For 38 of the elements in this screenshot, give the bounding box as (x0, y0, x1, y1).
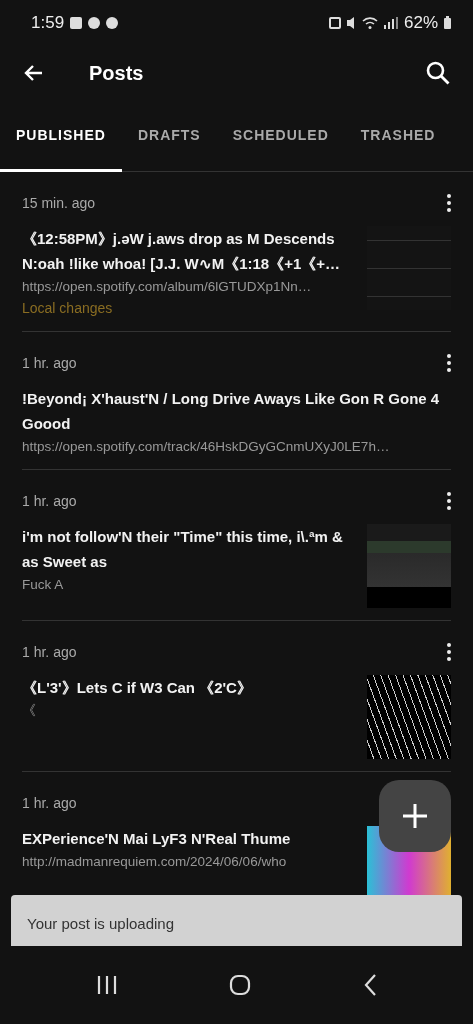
local-changes-label: Local changes (22, 299, 114, 318)
post-excerpt: Fuck A (22, 576, 65, 594)
post-title[interactable]: 《12:58PM》j.əW j.aws drop as M Descends N:oah !like whoa! [J.J. W∿M《1:18《+1《+… (22, 226, 357, 276)
post-title[interactable]: EXPerience'N Mai LyF3 N'Real Thume (22, 826, 357, 851)
post-excerpt: https://open.spotify.com/album/6lGTUDXp1Nn… (22, 278, 313, 296)
battery-icon (444, 16, 451, 29)
more-options-icon (447, 354, 451, 372)
more-options-icon (447, 492, 451, 510)
post-time: 1 hr. ago (22, 355, 77, 371)
plus-icon (401, 802, 429, 830)
mute-icon (346, 16, 356, 29)
home-icon (229, 974, 252, 996)
post-excerpt: https://open.spotify.com/track/46HskDGyGCnmUXyJ0LE7h… (22, 438, 391, 456)
chevron-left-icon (363, 973, 378, 997)
more-options-icon (447, 194, 451, 212)
post-title[interactable]: i'm not follow'N their "Time" this time, i\.ªm & as Sweet as (22, 524, 357, 574)
post-time: 1 hr. ago (22, 493, 77, 509)
post-excerpt: http://madmanrequiem.com/2024/06/06/who (22, 853, 288, 871)
status-time: 1:59 (31, 12, 65, 33)
battery-percent: 62% (403, 12, 438, 33)
post-excerpt: 《 (22, 702, 37, 720)
post-title[interactable]: 《L'3'》Lets C if W3 Can 《2'C》 (22, 675, 357, 700)
recent-apps-icon (95, 975, 118, 995)
page-title: Posts (89, 61, 144, 85)
post-title[interactable]: !Beyond¡ X'haust'N / Long Drive Aways Like Gon R Gone 4 Goood (22, 386, 451, 436)
tab[interactable]: SCHEDULED (216, 101, 345, 172)
search-icon (425, 60, 451, 86)
tab[interactable]: DRAFTS (121, 101, 217, 172)
post-time: 1 hr. ago (22, 644, 77, 660)
tab[interactable]: TRASHED (344, 101, 452, 172)
signal-icon (383, 16, 398, 29)
toast-message: Your post is uploading (27, 914, 175, 932)
wifi-icon (361, 16, 378, 29)
post-time: 15 min. ago (22, 195, 96, 211)
post-time: 1 hr. ago (22, 795, 77, 811)
more-options-icon (447, 643, 451, 661)
add-post-button[interactable] (379, 780, 451, 852)
tab[interactable]: PUBLISHED (0, 101, 122, 172)
